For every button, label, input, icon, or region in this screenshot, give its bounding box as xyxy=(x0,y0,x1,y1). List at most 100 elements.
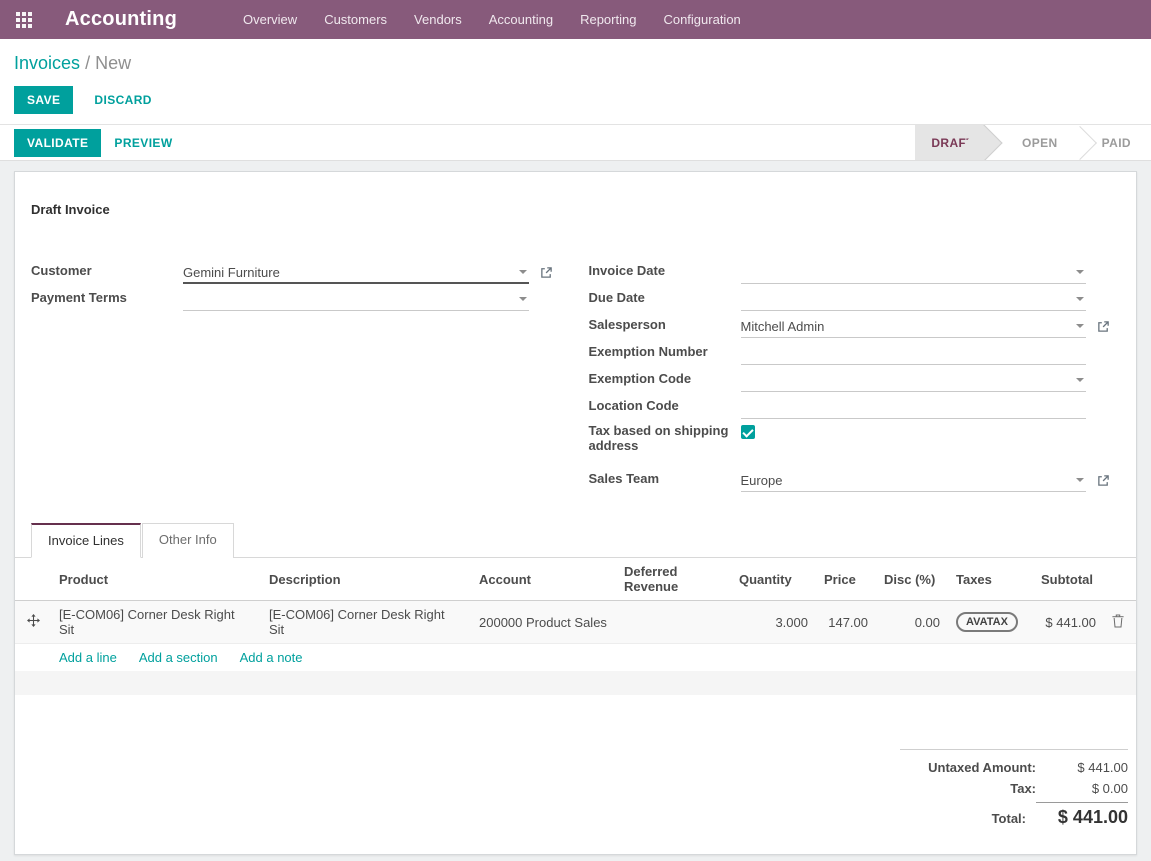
breadcrumb-invoices[interactable]: Invoices xyxy=(14,53,80,73)
field-due-date: Due Date xyxy=(589,284,1121,311)
breadcrumb-separator: / xyxy=(85,53,95,73)
menu-customers[interactable]: Customers xyxy=(324,12,387,27)
col-description[interactable]: Description xyxy=(261,558,471,601)
field-customer: Customer Gemini Furniture xyxy=(31,257,563,284)
preview-button[interactable]: PREVIEW xyxy=(101,129,185,157)
external-link-icon[interactable] xyxy=(1097,320,1110,333)
payment-terms-input[interactable] xyxy=(183,288,529,311)
field-payment-terms: Payment Terms xyxy=(31,284,563,311)
form-right-column: Invoice Date Due Date xyxy=(589,257,1121,492)
record-actions: SAVE DISCARD xyxy=(14,86,1137,114)
status-pipeline: DRAFT OPEN PAID xyxy=(915,125,1151,160)
external-link-icon[interactable] xyxy=(1097,474,1110,487)
salesperson-label: Salesperson xyxy=(589,317,741,338)
cell-deferred-revenue[interactable] xyxy=(616,601,731,644)
cell-taxes[interactable]: AVATAX xyxy=(948,601,1033,644)
due-date-label: Due Date xyxy=(589,290,741,311)
field-location-code: Location Code xyxy=(589,392,1121,419)
field-exemption-code: Exemption Code xyxy=(589,365,1121,392)
save-button[interactable]: SAVE xyxy=(14,86,73,114)
tax-shipping-label: Tax based on shipping address xyxy=(589,419,741,459)
untaxed-amount-row: Untaxed Amount: $ 441.00 xyxy=(900,757,1128,778)
cell-disc[interactable]: 0.00 xyxy=(876,601,948,644)
field-tax-shipping: Tax based on shipping address xyxy=(589,419,1121,465)
cell-product[interactable]: [E-COM06] Corner Desk Right Sit xyxy=(51,601,261,644)
chevron-down-icon[interactable] xyxy=(519,297,527,301)
cell-quantity[interactable]: 3.000 xyxy=(731,601,816,644)
tax-value: $ 0.00 xyxy=(1036,781,1128,796)
form-view-background: Draft Invoice Customer Gemini Furniture xyxy=(0,161,1151,861)
apps-grid-icon[interactable] xyxy=(16,12,32,28)
field-sales-team: Sales Team Europe xyxy=(589,465,1121,492)
menu-reporting[interactable]: Reporting xyxy=(580,12,636,27)
discard-button[interactable]: DISCARD xyxy=(81,86,164,114)
col-quantity[interactable]: Quantity xyxy=(731,558,816,601)
tax-shipping-checkbox[interactable] xyxy=(741,425,755,439)
top-navbar: Accounting Overview Customers Vendors Ac… xyxy=(0,0,1151,39)
col-deferred-revenue[interactable]: Deferred Revenue xyxy=(616,558,731,601)
notebook-tabs: Invoice Lines Other Info xyxy=(15,522,1136,558)
tax-badge[interactable]: AVATAX xyxy=(956,612,1018,632)
status-paid[interactable]: PAID xyxy=(1086,125,1147,160)
app-title[interactable]: Accounting xyxy=(65,8,177,31)
add-a-note-link[interactable]: Add a note xyxy=(240,650,303,665)
table-row[interactable]: [E-COM06] Corner Desk Right Sit [E-COM06… xyxy=(15,601,1136,644)
control-panel: Invoices / New SAVE DISCARD xyxy=(0,39,1151,124)
invoice-date-input[interactable] xyxy=(741,261,1087,284)
breadcrumb: Invoices / New xyxy=(14,53,1137,74)
untaxed-amount-label: Untaxed Amount: xyxy=(928,760,1036,775)
due-date-input[interactable] xyxy=(741,288,1087,311)
col-product[interactable]: Product xyxy=(51,558,261,601)
chevron-down-icon[interactable] xyxy=(1076,270,1084,274)
col-account[interactable]: Account xyxy=(471,558,616,601)
add-row: Add a line Add a section Add a note xyxy=(15,644,1136,672)
add-a-section-link[interactable]: Add a section xyxy=(139,650,218,665)
menu-vendors[interactable]: Vendors xyxy=(414,12,462,27)
validate-button[interactable]: VALIDATE xyxy=(14,129,101,157)
tab-other-info[interactable]: Other Info xyxy=(142,523,234,558)
external-link-icon[interactable] xyxy=(540,266,553,279)
tab-invoice-lines[interactable]: Invoice Lines xyxy=(31,523,141,558)
col-disc[interactable]: Disc (%) xyxy=(876,558,948,601)
tax-row: Tax: $ 0.00 xyxy=(900,778,1128,799)
customer-input[interactable]: Gemini Furniture xyxy=(183,261,529,284)
location-code-input[interactable] xyxy=(741,396,1087,419)
breadcrumb-new: New xyxy=(95,53,131,73)
chevron-down-icon[interactable] xyxy=(1076,324,1084,328)
page-title: Draft Invoice xyxy=(31,202,1120,217)
menu-accounting[interactable]: Accounting xyxy=(489,12,553,27)
add-a-line-link[interactable]: Add a line xyxy=(59,650,117,665)
col-price[interactable]: Price xyxy=(816,558,876,601)
cell-price[interactable]: 147.00 xyxy=(816,601,876,644)
col-subtotal[interactable]: Subtotal xyxy=(1033,558,1104,601)
table-header-row: Product Description Account Deferred Rev… xyxy=(15,558,1136,601)
chevron-down-icon[interactable] xyxy=(1076,478,1084,482)
sales-team-input[interactable]: Europe xyxy=(741,469,1087,492)
sales-team-label: Sales Team xyxy=(589,471,741,492)
payment-terms-label: Payment Terms xyxy=(31,290,183,311)
tax-label: Tax: xyxy=(1010,781,1036,796)
invoice-lines-table: Product Description Account Deferred Rev… xyxy=(15,558,1136,671)
col-taxes[interactable]: Taxes xyxy=(948,558,1033,601)
statusbar-row: VALIDATE PREVIEW DRAFT OPEN PAID xyxy=(0,124,1151,161)
total-label: Total: xyxy=(992,811,1026,826)
chevron-down-icon[interactable] xyxy=(1076,378,1084,382)
status-draft[interactable]: DRAFT xyxy=(915,125,984,160)
trash-icon[interactable] xyxy=(1112,614,1124,628)
cell-subtotal: $ 441.00 xyxy=(1033,601,1104,644)
location-code-label: Location Code xyxy=(589,398,741,419)
chevron-down-icon[interactable] xyxy=(519,270,527,274)
exemption-number-input[interactable] xyxy=(741,342,1087,365)
drag-handle-icon[interactable] xyxy=(27,614,40,627)
menu-configuration[interactable]: Configuration xyxy=(663,12,740,27)
chevron-down-icon[interactable] xyxy=(1076,297,1084,301)
cell-description[interactable]: [E-COM06] Corner Desk Right Sit xyxy=(261,601,471,644)
form-left-column: Customer Gemini Furniture Payment Terms xyxy=(31,257,563,311)
salesperson-input[interactable]: Mitchell Admin xyxy=(741,315,1087,338)
main-menu: Overview Customers Vendors Accounting Re… xyxy=(243,12,741,27)
exemption-code-input[interactable] xyxy=(741,369,1087,392)
exemption-number-label: Exemption Number xyxy=(589,344,741,365)
cell-account[interactable]: 200000 Product Sales xyxy=(471,601,616,644)
menu-overview[interactable]: Overview xyxy=(243,12,297,27)
invoice-date-label: Invoice Date xyxy=(589,263,741,284)
